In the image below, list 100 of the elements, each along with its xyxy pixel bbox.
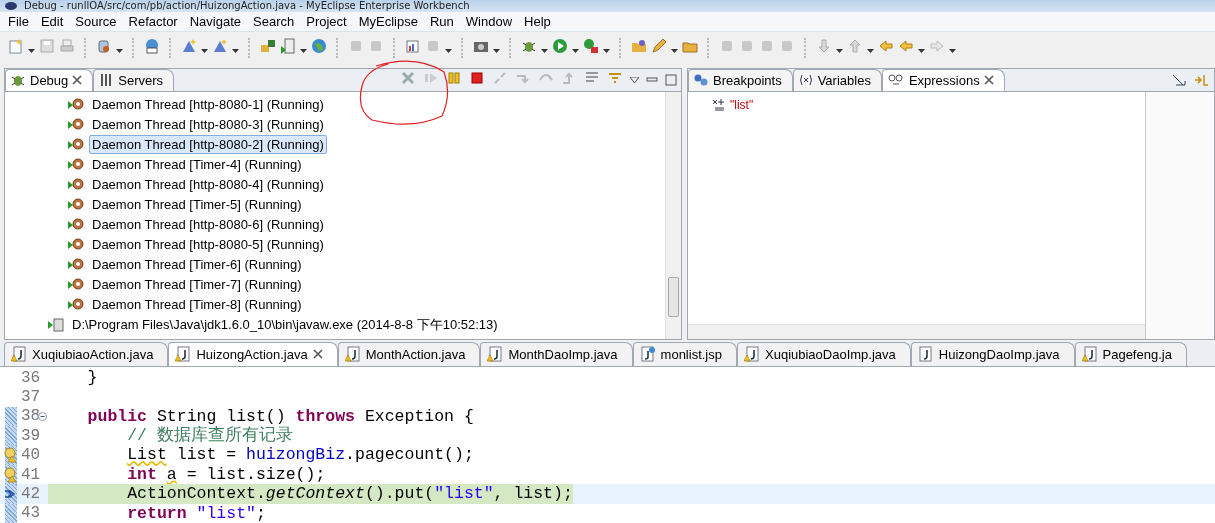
java-file-icon: [917, 346, 934, 363]
menu-item[interactable]: Edit: [34, 14, 70, 30]
caret-icon[interactable]: [836, 49, 843, 54]
scrollbar[interactable]: [665, 91, 681, 339]
caret-icon[interactable]: [541, 49, 548, 54]
view-tab[interactable]: Debug: [5, 68, 94, 91]
tab-label: Pagefeng.ja: [1102, 346, 1172, 362]
line-number: 37: [21, 387, 41, 406]
jar-icon[interactable]: [96, 38, 112, 54]
thread-icon: [67, 196, 85, 213]
menu-item[interactable]: Help: [518, 14, 557, 30]
thread-item[interactable]: Daemon Thread [http-8080-3] (Running): [89, 115, 327, 135]
folder-icon[interactable]: [631, 38, 647, 54]
expression-item[interactable]: "list": [730, 97, 754, 112]
expression-icon: [712, 97, 726, 112]
code-line: // 数据库查所有记录: [126, 426, 293, 446]
tab-label: Debug: [30, 72, 69, 88]
tab-label: MonthDaoImp.java: [508, 346, 618, 362]
editor-tab[interactable]: HuizongAction.java: [168, 341, 338, 366]
thread-item[interactable]: Daemon Thread [Timer-6] (Running): [89, 255, 305, 275]
thread-icon: [67, 176, 85, 193]
close-icon[interactable]: [72, 75, 83, 86]
print-icon[interactable]: [59, 38, 75, 54]
line-number: 43: [21, 504, 41, 523]
editor-tab[interactable]: XuqiubiaoAction.java: [4, 341, 169, 366]
editor-tab[interactable]: monlist.jsp: [632, 341, 737, 366]
tab-label: monlist.jsp: [660, 346, 722, 362]
caret-icon[interactable]: [445, 49, 452, 54]
caret-icon[interactable]: [918, 49, 925, 54]
editor-tab[interactable]: XuqiubiaoDaoImp.java: [737, 341, 911, 366]
line-number: 40: [21, 446, 41, 465]
thread-item[interactable]: Daemon Thread [http-8080-6] (Running): [89, 215, 327, 235]
jsp-file-icon: [639, 346, 656, 363]
play-icon[interactable]: [552, 38, 568, 54]
line-number: 36: [21, 368, 41, 387]
pause-icon[interactable]: [446, 69, 462, 86]
editor-tab[interactable]: HuizongDaoImp.java: [910, 341, 1075, 366]
editor-tab[interactable]: Pagefeng.ja: [1074, 341, 1187, 366]
caret-icon[interactable]: [867, 49, 874, 54]
menu-item[interactable]: Project: [300, 14, 353, 30]
menu-item[interactable]: File: [2, 14, 35, 30]
menu-item[interactable]: Source: [69, 14, 123, 30]
thread-item[interactable]: Daemon Thread [Timer-5] (Running): [89, 195, 305, 215]
tab-label: XuqiubiaoAction.java: [32, 346, 154, 362]
thread-icon: [67, 136, 85, 153]
thread-icon: [67, 276, 85, 293]
view-tab[interactable]: Breakpoints: [688, 68, 793, 91]
menu-item[interactable]: MyEclipse: [352, 14, 424, 30]
window-title: Debug - runllOA/src/com/pb/action/HuizongAction.java - MyEclipse Enterprise Workbench: [24, 0, 470, 12]
editor-tab[interactable]: MonthDaoImp.java: [480, 341, 633, 366]
view-tab[interactable]: Variables: [792, 68, 882, 91]
remove-icon[interactable]: [400, 69, 416, 86]
thread-item[interactable]: Daemon Thread [http-8080-5] (Running): [89, 235, 327, 255]
thread-item[interactable]: Daemon Thread [http-8080-4] (Running): [89, 175, 327, 195]
java-warning-file-icon: [744, 346, 760, 363]
caret-icon[interactable]: [949, 49, 956, 54]
menu-item[interactable]: Run: [423, 14, 460, 30]
caret-icon[interactable]: [572, 49, 579, 54]
stop-icon[interactable]: [469, 69, 485, 86]
java-warning-file-icon: [11, 346, 27, 363]
editor-tab[interactable]: MonthAction.java: [337, 341, 481, 366]
scrollbar[interactable]: [688, 323, 1145, 339]
close-icon[interactable]: [983, 75, 994, 86]
java-warning-file-icon: [344, 346, 361, 363]
maximize-icon[interactable]: [665, 73, 677, 86]
caret-icon[interactable]: [603, 49, 610, 54]
caret-icon[interactable]: [201, 49, 208, 54]
menu-item[interactable]: Navigate: [183, 14, 247, 30]
caret-icon[interactable]: [300, 49, 307, 54]
run-tools-icon[interactable]: [583, 38, 599, 54]
code-line: }: [86, 367, 98, 388]
thread-item[interactable]: Daemon Thread [http-8080-2] (Running): [89, 135, 327, 155]
tab-label: Expressions: [908, 72, 980, 88]
caret-icon[interactable]: [493, 49, 500, 54]
caret-icon[interactable]: [28, 49, 35, 54]
menu-item[interactable]: Window: [459, 14, 519, 30]
view-tab[interactable]: Expressions: [881, 68, 1005, 91]
menu-item[interactable]: Refactor: [122, 14, 184, 30]
report-icon[interactable]: [405, 38, 421, 54]
caret-icon[interactable]: [116, 49, 123, 54]
code-editor[interactable]: 36 } 37 38 public String list() throws Exception { 39 // 数据库查所有记录 40 List list = huizongBiz.pagecount(); 41 int a = list.size(); 42 ActionContext.getContext().put("list", list); 43 return "list";: [0, 366, 1215, 523]
caret-icon[interactable]: [671, 49, 678, 54]
menu-item[interactable]: Search: [247, 14, 301, 30]
java-warning-file-icon: [487, 346, 504, 363]
view-menu-icon[interactable]: [630, 76, 639, 83]
thread-item[interactable]: Daemon Thread [http-8080-1] (Running): [89, 95, 327, 115]
thread-item[interactable]: Daemon Thread [Timer-8] (Running): [89, 295, 305, 315]
process-icon: [47, 316, 65, 333]
thread-item[interactable]: Daemon Thread [Timer-4] (Running): [89, 155, 305, 175]
process-item[interactable]: D:\Program Files\Java\jdk1.6.0_10\bin\javaw.exe (2014-8-8 下午10:52:13): [69, 313, 501, 336]
collapse-icon[interactable]: [38, 411, 47, 421]
pencil-icon[interactable]: [651, 38, 667, 54]
caret-icon[interactable]: [232, 49, 239, 54]
line-number: 38: [21, 407, 41, 426]
java-warning-file-icon: [175, 346, 192, 363]
view-tab[interactable]: Servers: [93, 68, 175, 91]
thread-item[interactable]: Daemon Thread [Timer-7] (Running): [89, 275, 305, 295]
thread-icon: [67, 256, 85, 273]
deploy-icon[interactable]: [260, 38, 276, 54]
close-icon[interactable]: [312, 349, 323, 360]
